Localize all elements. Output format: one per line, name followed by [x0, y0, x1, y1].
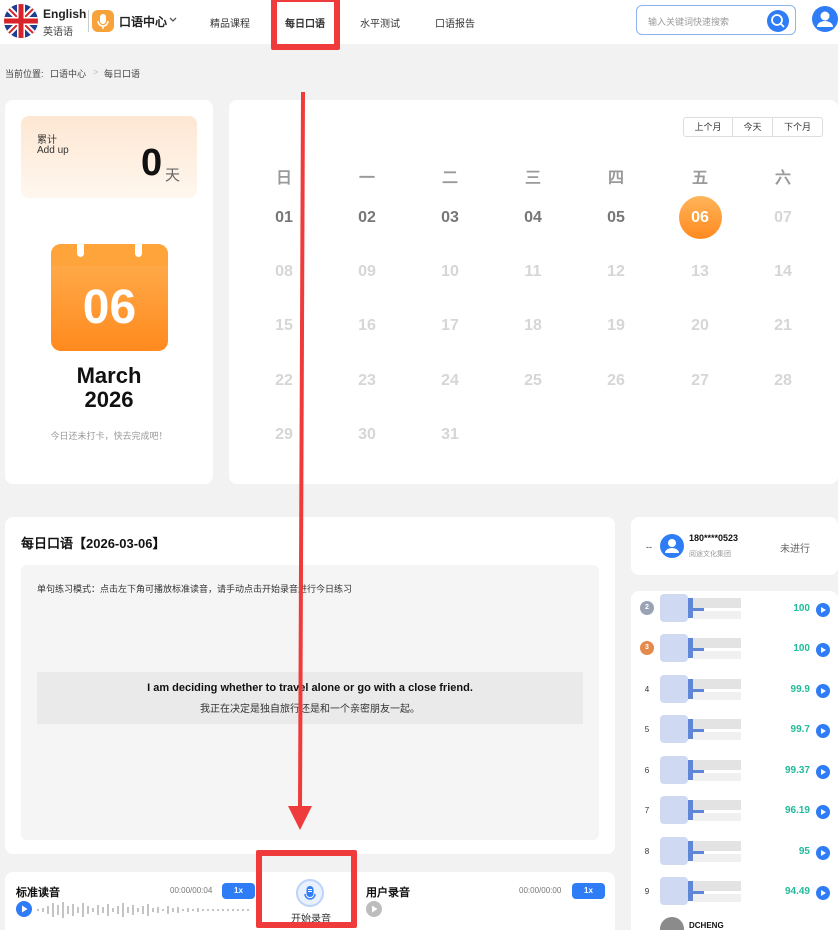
annotation-arrow-icon — [288, 91, 312, 830]
